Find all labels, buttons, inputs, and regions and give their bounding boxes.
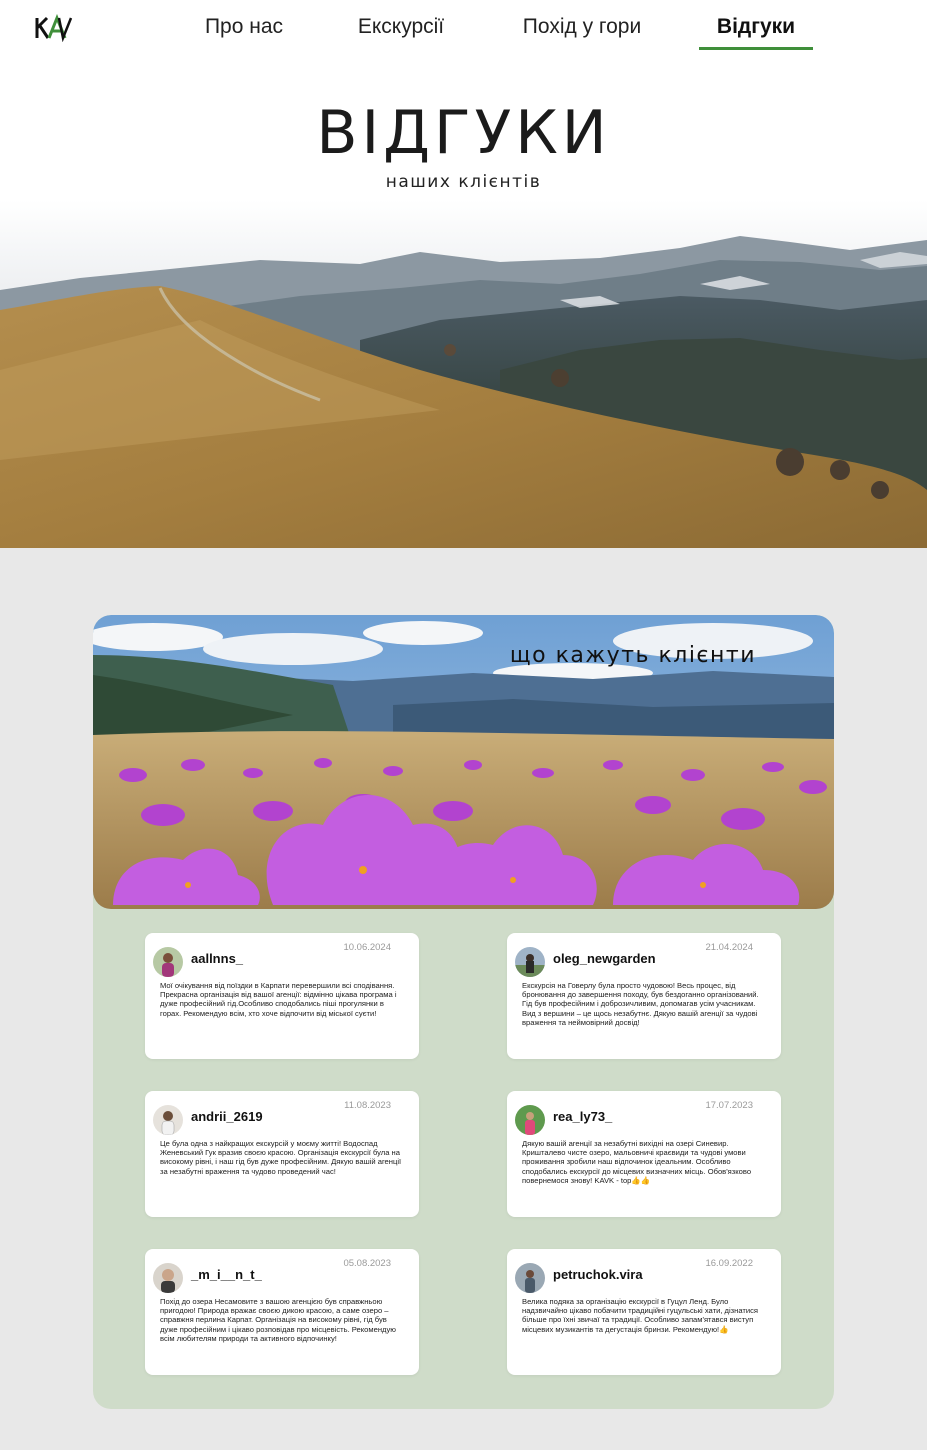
review-username: oleg_newgarden bbox=[553, 951, 656, 966]
review-date: 11.08.2023 bbox=[344, 1100, 391, 1111]
nav-item-label: Екскурсії bbox=[357, 15, 445, 38]
avatar bbox=[153, 947, 183, 977]
page-title: ВІДГУКИ bbox=[316, 98, 611, 168]
review-card: petruchok.vira 16.09.2022 Велика подяка … bbox=[507, 1249, 781, 1375]
main-nav: Про нас Екскурсії Похід у гори Відгуки bbox=[0, 12, 927, 52]
nav-item-about[interactable]: Про нас bbox=[190, 12, 298, 50]
avatar bbox=[515, 947, 545, 977]
hero-mountain-image bbox=[0, 200, 927, 548]
nav-item-reviews[interactable]: Відгуки bbox=[699, 12, 813, 50]
review-text: Велика подяка за організацію екскурсії в… bbox=[522, 1297, 759, 1334]
nav-item-label: Про нас bbox=[204, 15, 284, 38]
page-subtitle: наших клієнтів bbox=[385, 172, 542, 192]
review-username: rea_ly73_ bbox=[553, 1109, 613, 1124]
avatar bbox=[515, 1105, 545, 1135]
avatar bbox=[515, 1263, 545, 1293]
review-date: 16.09.2022 bbox=[705, 1258, 753, 1269]
nav-item-excursions[interactable]: Екскурсії bbox=[340, 12, 462, 50]
nav-item-label: Похід у гори bbox=[522, 15, 642, 38]
review-text: Мої очікування від поїздки в Карпати пер… bbox=[160, 981, 397, 1018]
review-date: 05.08.2023 bbox=[343, 1258, 391, 1269]
avatar bbox=[153, 1105, 183, 1135]
review-text: Це була одна з найкращих екскурсій у моє… bbox=[160, 1139, 402, 1176]
reviews-panel: що кажуть клієнти aallnns_ 10.06.2024 Мо… bbox=[93, 615, 834, 1409]
hero-section: Про нас Екскурсії Похід у гори Відгуки В… bbox=[0, 0, 927, 548]
review-date: 21.04.2024 bbox=[705, 942, 753, 953]
nav-item-label: Відгуки bbox=[716, 15, 796, 38]
reviews-section-title: що кажуть клієнти bbox=[509, 643, 756, 668]
review-card: _m_i__n_t_ 05.08.2023 Похід до озера Нес… bbox=[145, 1249, 419, 1375]
review-text: Похід до озера Несамовите з вашою агенці… bbox=[160, 1297, 396, 1343]
review-text: Екскурсія на Говерлу була просто чудовою… bbox=[522, 981, 759, 1027]
review-text: Дякую вашій агенції за незабутні вихідні… bbox=[522, 1139, 752, 1185]
crocus-banner-image: що кажуть клієнти bbox=[93, 615, 834, 909]
review-card: aallnns_ 10.06.2024 Мої очікування від п… bbox=[145, 933, 419, 1059]
nav-item-mountain-hike[interactable]: Похід у гори bbox=[504, 12, 660, 50]
review-username: _m_i__n_t_ bbox=[191, 1267, 262, 1282]
active-tab-underline bbox=[699, 47, 813, 50]
review-card: rea_ly73_ 17.07.2023 Дякую вашій агенції… bbox=[507, 1091, 781, 1217]
review-username: petruchok.vira bbox=[553, 1267, 643, 1282]
review-card: oleg_newgarden 21.04.2024 Екскурсія на Г… bbox=[507, 933, 781, 1059]
review-card: andrii_2619 11.08.2023 Це була одна з на… bbox=[145, 1091, 419, 1217]
review-date: 10.06.2024 bbox=[343, 942, 391, 953]
review-username: aallnns_ bbox=[191, 951, 244, 966]
review-date: 17.07.2023 bbox=[705, 1100, 753, 1111]
avatar bbox=[153, 1263, 183, 1293]
review-username: andrii_2619 bbox=[191, 1109, 263, 1124]
